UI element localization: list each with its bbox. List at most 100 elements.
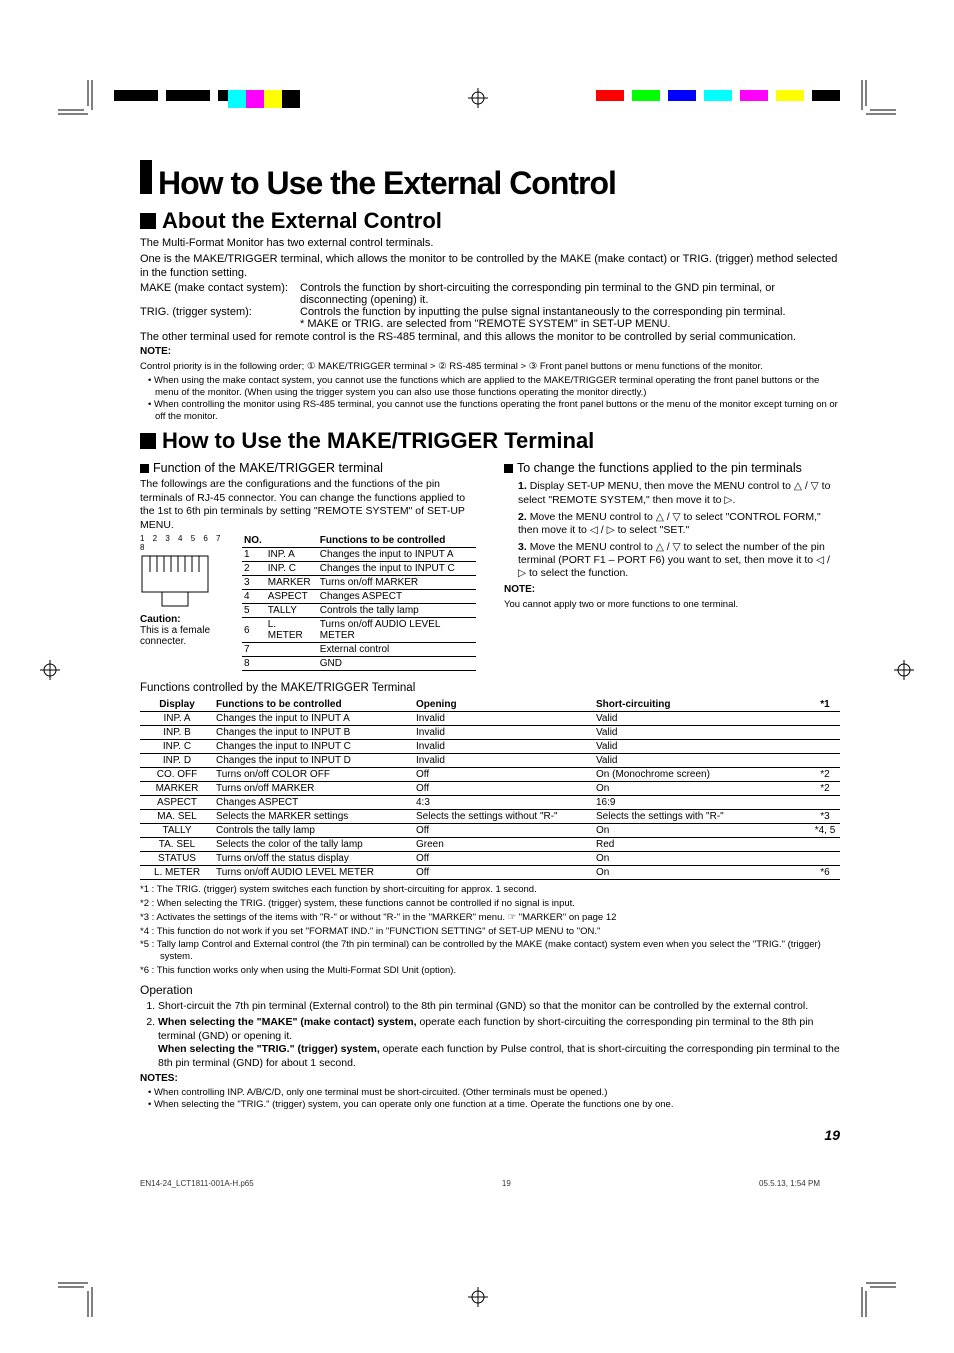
right-note-text: You cannot apply two or more functions t… [504, 599, 840, 611]
func-cell-display: TA. SEL [140, 837, 214, 851]
pin-th-no: NO. [242, 534, 266, 548]
about-make-term: MAKE (make contact system): [140, 282, 300, 306]
pin-row: 1INP. AChanges the input to INPUT A [242, 548, 476, 562]
crosshair-left [40, 660, 60, 680]
func-row: MARKERTurns on/off MARKEROffOn*2 [140, 781, 840, 795]
about-p2: One is the MAKE/TRIGGER terminal, which … [140, 252, 840, 280]
func-cell-display: INP. A [140, 711, 214, 725]
func-cell-note [810, 795, 840, 809]
func-cell-function: Selects the color of the tally lamp [214, 837, 414, 851]
operation-header: Operation [140, 983, 840, 998]
pin-cell-func: External control [318, 643, 476, 657]
func-cell-opening: Invalid [414, 725, 594, 739]
pin-cell-func: Changes the input to INPUT A [318, 548, 476, 562]
func-cell-display: CO. OFF [140, 767, 214, 781]
func-th-note: *1 [810, 698, 840, 712]
step-2: 2. Move the MENU control to △ / ▽ to sel… [518, 511, 840, 537]
pin-th-func: Functions to be controlled [318, 534, 476, 548]
func-cell-display: MARKER [140, 781, 214, 795]
func-cell-function: Changes ASPECT [214, 795, 414, 809]
footnote-6: *6 : This function works only when using… [140, 965, 840, 977]
func-row: INP. BChanges the input to INPUT BInvali… [140, 725, 840, 739]
func-cell-note: *6 [810, 865, 840, 879]
about-note-2: When controlling the monitor using RS-48… [148, 399, 840, 423]
maketrig-right-col: To change the functions applied to the p… [504, 456, 840, 671]
func-th-display: Display [140, 698, 214, 712]
pin-cell-name: MARKER [266, 576, 318, 590]
footnotes-block: *1 : The TRIG. (trigger) system switches… [140, 884, 840, 977]
operation-list: Short-circuit the 7th pin terminal (Exte… [140, 1000, 840, 1070]
func-cell-function: Turns on/off COLOR OFF [214, 767, 414, 781]
func-cell-function: Turns on/off MARKER [214, 781, 414, 795]
rj45-pin-numbers: 1 2 3 4 5 6 7 8 [140, 534, 230, 552]
func-cell-opening: Invalid [414, 711, 594, 725]
func-cell-opening: Off [414, 767, 594, 781]
operation-2a-bold: When selecting the "MAKE" (make contact)… [158, 1016, 417, 1028]
func-cell-short: On [594, 865, 810, 879]
about-note-intro: Control priority is in the following ord… [140, 361, 840, 373]
func-row: STATUSTurns on/off the status displayOff… [140, 851, 840, 865]
func-cell-opening: Off [414, 823, 594, 837]
rj45-diagram-area: 1 2 3 4 5 6 7 8 Caution: This is a femal… [140, 534, 230, 647]
about-p1: The Multi-Format Monitor has two externa… [140, 236, 840, 250]
func-cell-short: On [594, 851, 810, 865]
func-cell-function: Changes the input to INPUT C [214, 739, 414, 753]
main-title: How to Use the External Control [158, 165, 616, 202]
footnote-2: *2 : When selecting the TRIG. (trigger) … [140, 898, 840, 910]
maketrig-sub-left-text: Function of the MAKE/TRIGGER terminal [153, 461, 383, 475]
operation-notes-label: NOTES: [140, 1073, 840, 1086]
func-row: TA. SELSelects the color of the tally la… [140, 837, 840, 851]
func-cell-short: On [594, 781, 810, 795]
func-row: MA. SELSelects the MARKER settings Select… [140, 809, 840, 823]
square-small-icon [140, 464, 149, 473]
about-trig-term: TRIG. (trigger system): [140, 306, 300, 330]
footer-line: EN14-24_LCT1811-001A-H.p65 19 05.5.13, 1… [140, 1179, 820, 1188]
step-3-text: Move the MENU control to △ / ▽ to select… [518, 541, 830, 579]
operation-1: Short-circuit the 7th pin terminal (Exte… [158, 1000, 840, 1014]
section-about-title-block: About the External Control [140, 208, 840, 234]
maketrig-left-p: The followings are the configurations an… [140, 478, 476, 532]
pin-cell-name [266, 643, 318, 657]
square-small-icon [504, 464, 513, 473]
pin-row: 6L. METERTurns on/off AUDIO LEVEL METER [242, 618, 476, 643]
square-bullet-icon [140, 213, 156, 229]
crosshair-top [468, 88, 488, 108]
func-cell-opening: Green [414, 837, 594, 851]
func-cell-opening: Invalid [414, 753, 594, 767]
pin-cell-func: Changes the input to INPUT C [318, 562, 476, 576]
footnote-3: *3 : Activates the settings of the items… [140, 912, 840, 924]
pin-cell-func: Turns on/off AUDIO LEVEL METER [318, 618, 476, 643]
func-cell-note [810, 711, 840, 725]
func-cell-display: ASPECT [140, 795, 214, 809]
pin-cell-no: 4 [242, 590, 266, 604]
func-cell-display: MA. SEL [140, 809, 214, 823]
func-cell-short: 16:9 [594, 795, 810, 809]
step-1: 1. Display SET-UP MENU, then move the ME… [518, 480, 840, 506]
func-cell-short: Valid [594, 739, 810, 753]
rj45-connector-icon [140, 554, 210, 610]
about-make-row: MAKE (make contact system): Controls the… [140, 282, 840, 306]
func-th-short: Short-circuiting [594, 698, 810, 712]
about-other-term: The other terminal used for remote contr… [140, 330, 840, 344]
func-cell-short: Selects the settings with "R-" [594, 809, 810, 823]
func-row: INP. CChanges the input to INPUT CInvali… [140, 739, 840, 753]
func-th-functions: Functions to be controlled [214, 698, 414, 712]
footnote-5: *5 : Tally lamp Control and External con… [140, 939, 840, 963]
func-cell-short: On [594, 823, 810, 837]
about-trig-desc1: Controls the function by inputting the p… [300, 306, 786, 318]
about-trig-desc2: * MAKE or TRIG. are selected from "REMOT… [300, 318, 671, 330]
pin-row: 3MARKERTurns on/off MARKER [242, 576, 476, 590]
pin-cell-no: 8 [242, 657, 266, 671]
square-bullet-icon [140, 433, 156, 449]
right-note-label: NOTE: [504, 584, 840, 597]
func-cell-function: Selects the MARKER settings [214, 809, 414, 823]
pin-row: 2INP. CChanges the input to INPUT C [242, 562, 476, 576]
operation-note-1: When controlling INP. A/B/C/D, only one … [148, 1087, 840, 1099]
about-trig-row: TRIG. (trigger system): Controls the fun… [140, 306, 840, 330]
func-cell-display: INP. C [140, 739, 214, 753]
pin-cell-name: INP. A [266, 548, 318, 562]
func-cell-function: Changes the input to INPUT A [214, 711, 414, 725]
footnote-4: *4 : This function do not work if you se… [140, 926, 840, 938]
func-cell-opening: Off [414, 851, 594, 865]
func-cell-display: INP. D [140, 753, 214, 767]
